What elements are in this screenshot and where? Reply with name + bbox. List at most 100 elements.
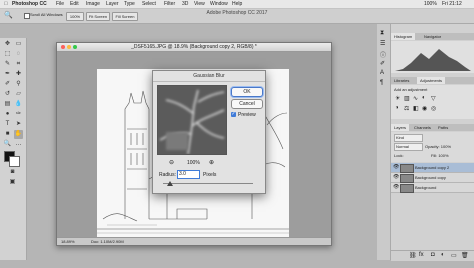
history-brush-tool-icon[interactable]: ↺	[3, 90, 12, 99]
cancel-button[interactable]: Cancel	[231, 99, 263, 109]
lock-label: Lock:	[394, 153, 404, 158]
blend-mode-select[interactable]: Normal	[394, 143, 423, 151]
background-color-swatch[interactable]	[9, 156, 20, 167]
color-balance-icon[interactable]: ⚖	[404, 105, 409, 112]
path-selection-tool-icon[interactable]: ➤	[14, 120, 23, 129]
levels-icon[interactable]: ▥	[404, 95, 410, 102]
menu-help[interactable]: Help	[232, 1, 242, 7]
tab-paths[interactable]: Paths	[435, 124, 451, 131]
brightness-contrast-icon[interactable]: ☀	[395, 95, 400, 102]
artboard-tool-icon[interactable]: ▭	[14, 40, 23, 49]
ok-button[interactable]: OK	[231, 87, 263, 97]
zoom-out-icon[interactable]: ⊖	[169, 159, 174, 166]
tab-navigator[interactable]: Navigator	[421, 33, 444, 40]
shape-tool-icon[interactable]: ■	[3, 130, 12, 139]
blur-tool-icon[interactable]: 💧	[14, 100, 23, 109]
dodge-tool-icon[interactable]: ●	[3, 110, 12, 119]
hue-saturation-icon[interactable]: ◑	[395, 105, 399, 111]
layer-thumbnail	[400, 164, 414, 173]
new-group-icon[interactable]: ▭	[451, 252, 457, 259]
document-title-bar: _DSF5165.JPG @ 18.9% (Background copy 2,…	[57, 43, 331, 52]
tab-channels[interactable]: Channels	[411, 124, 434, 131]
add-adjustment-label: Add an adjustment	[394, 87, 428, 92]
layer-mask-icon[interactable]: ◘	[431, 252, 435, 258]
apple-menu-icon[interactable]: 	[4, 1, 8, 7]
exposure-icon[interactable]: ◐	[422, 95, 426, 101]
visibility-eye-icon[interactable]: 👁	[393, 163, 399, 172]
paragraph-panel-icon[interactable]: ¶	[380, 80, 383, 86]
minimize-window-icon[interactable]	[67, 45, 71, 49]
tab-adjustments[interactable]: Adjustments	[417, 77, 446, 84]
marquee-tool-icon[interactable]: ⬚	[3, 50, 12, 59]
character-panel-icon[interactable]: A	[380, 70, 384, 76]
clone-stamp-tool-icon[interactable]: ⚲	[14, 80, 23, 89]
zoom-in-icon[interactable]: ⊕	[209, 159, 214, 166]
vibrance-icon[interactable]: ▽	[431, 95, 436, 102]
menu-view[interactable]: View	[194, 1, 205, 7]
crop-tool-icon[interactable]: ⌗	[14, 60, 23, 69]
menu-photoshop[interactable]: Photoshop CC	[12, 1, 47, 7]
menu-layer[interactable]: Layer	[106, 1, 119, 7]
menu-window[interactable]: Window	[210, 1, 228, 7]
menu-3d[interactable]: 3D	[182, 1, 188, 7]
opacity-field[interactable]: Opacity: 100%	[425, 144, 451, 149]
close-window-icon[interactable]	[61, 45, 65, 49]
blur-preview[interactable]	[157, 85, 227, 155]
quick-select-tool-icon[interactable]: ✎	[3, 60, 12, 69]
menu-filter[interactable]: Filter	[164, 1, 175, 7]
more-tools-icon[interactable]: …	[14, 140, 23, 149]
curves-icon[interactable]: ∿	[413, 95, 418, 102]
adjustments-tabs: Libraries Adjustments	[391, 77, 474, 84]
layer-filter-kind[interactable]: Kind	[394, 134, 423, 142]
radius-slider-track[interactable]	[163, 183, 253, 184]
fill-field[interactable]: Fill: 100%	[431, 153, 449, 158]
tab-histogram[interactable]: Histogram	[391, 33, 416, 40]
preview-checkbox[interactable]: ✓	[231, 112, 236, 117]
channel-mixer-icon[interactable]: ◎	[431, 105, 436, 112]
move-tool-icon[interactable]: ✥	[3, 40, 12, 49]
layer-row[interactable]: 👁 Background copy	[391, 173, 474, 183]
blur-preview-image	[158, 86, 226, 154]
pen-tool-icon[interactable]: ✑	[14, 110, 23, 119]
quick-mask-icon[interactable]: ◙	[8, 168, 17, 177]
brush-panel-icon[interactable]: ✐	[380, 60, 385, 67]
lasso-tool-icon[interactable]: ◌	[14, 50, 23, 59]
eraser-tool-icon[interactable]: ▱	[14, 90, 23, 99]
brush-tool-icon[interactable]: ✐	[3, 80, 12, 89]
gradient-tool-icon[interactable]: ▤	[3, 100, 12, 109]
layer-row[interactable]: 👁 Background	[391, 183, 474, 193]
healing-brush-tool-icon[interactable]: ✚	[14, 70, 23, 79]
photo-filter-icon[interactable]: ◉	[422, 105, 427, 112]
menu-image[interactable]: Image	[86, 1, 100, 7]
menu-select[interactable]: Select	[142, 1, 156, 7]
info-panel-icon[interactable]: ⓘ	[380, 50, 386, 59]
menu-edit[interactable]: Edit	[70, 1, 79, 7]
visibility-eye-icon[interactable]: 👁	[393, 183, 399, 192]
menu-type[interactable]: Type	[124, 1, 135, 7]
radius-input[interactable]: 3.0	[177, 170, 200, 179]
visibility-eye-icon[interactable]: 👁	[393, 173, 399, 182]
radius-slider-thumb[interactable]	[167, 181, 174, 186]
layer-thumbnail	[400, 174, 414, 183]
tab-libraries[interactable]: Libraries	[391, 77, 412, 84]
properties-panel-icon[interactable]: ☰	[380, 40, 385, 47]
screen-mode-icon[interactable]: ▣	[8, 178, 17, 187]
app-title: Adobe Photoshop CC 2017	[206, 10, 268, 16]
new-fill-layer-icon[interactable]: ◐	[441, 252, 445, 258]
eyedropper-tool-icon[interactable]: ✒	[3, 70, 12, 79]
menu-file[interactable]: File	[56, 1, 64, 7]
hand-tool-icon[interactable]: ✋	[14, 130, 23, 139]
layer-style-icon[interactable]: fx	[419, 252, 424, 258]
gaussian-blur-dialog: Gaussian Blur OK Cancel ✓ Preview ⊖ 100%…	[152, 70, 266, 194]
layer-row[interactable]: 👁 Background copy 2	[391, 163, 474, 173]
type-tool-icon[interactable]: T	[3, 120, 12, 129]
link-layers-icon[interactable]: ⛓	[409, 252, 417, 259]
zoom-window-icon[interactable]	[73, 45, 77, 49]
preview-zoom-value: 100%	[187, 160, 200, 166]
zoom-tool-icon[interactable]: 🔍	[3, 140, 12, 149]
tab-layers[interactable]: Layers	[391, 124, 410, 131]
delete-layer-icon[interactable]: 🗑	[461, 252, 469, 259]
history-panel-icon[interactable]: ⧗	[380, 30, 384, 37]
black-white-icon[interactable]: ◧	[413, 105, 419, 112]
preview-label: Preview	[238, 112, 256, 118]
